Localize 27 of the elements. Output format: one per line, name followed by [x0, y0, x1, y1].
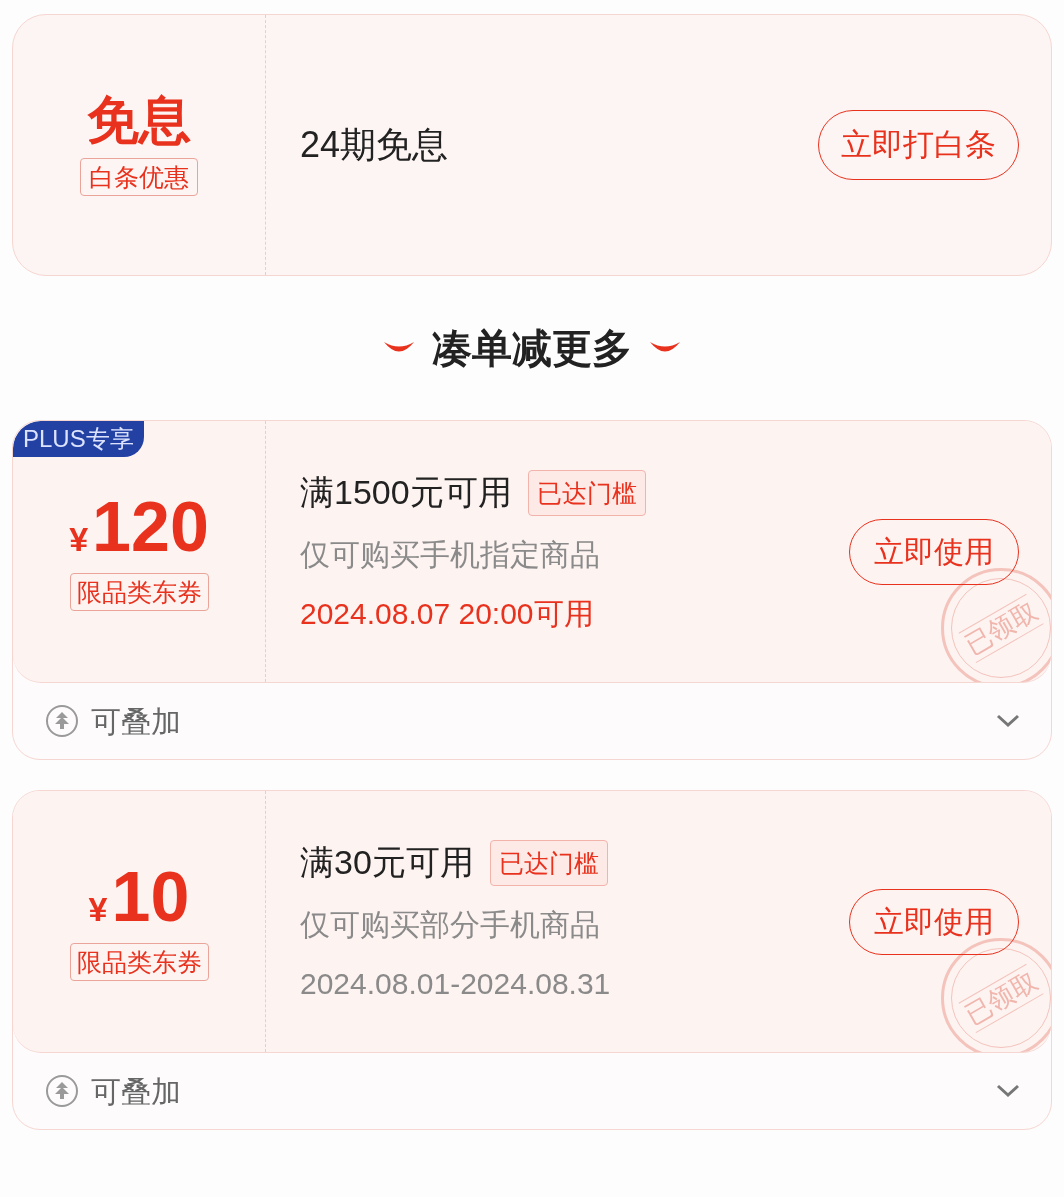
- coupon-validity: 2024.08.01-2024.08.31: [300, 966, 612, 1002]
- coupon-validity: 2024.08.07 20:00可用: [300, 596, 595, 632]
- stackable-label: 可叠加: [91, 1073, 181, 1110]
- coupon-condition: 满30元可用: [300, 842, 474, 883]
- threshold-tag: 已达门槛: [489, 839, 608, 886]
- stack-icon: [45, 1074, 79, 1108]
- expand-chevron-icon[interactable]: [995, 713, 1021, 729]
- coupon-amount: 10: [111, 862, 190, 932]
- interest-free-title: 免息: [87, 94, 191, 146]
- coupon-type-tag: 限品类东券: [69, 573, 209, 611]
- expand-chevron-icon[interactable]: [995, 1083, 1021, 1099]
- baitiao-tag: 白条优惠: [80, 158, 198, 196]
- stackable-label: 可叠加: [91, 703, 181, 740]
- coupon-scope: 仅可购买部分手机商品: [300, 907, 601, 943]
- stack-icon: [45, 704, 79, 738]
- claimed-stamp: 已领取: [941, 568, 1051, 682]
- coupon-amount: 120: [92, 492, 209, 562]
- coupon-condition: 满1500元可用: [300, 472, 512, 513]
- claimed-stamp: 已领取: [941, 938, 1051, 1052]
- threshold-tag: 已达门槛: [527, 469, 646, 516]
- coupon-type-tag: 限品类东券: [69, 943, 209, 981]
- plus-badge: PLUS专享: [13, 421, 144, 457]
- currency-symbol: ¥: [69, 519, 89, 560]
- section-heading: 凑单减更多: [432, 325, 632, 372]
- currency-symbol: ¥: [88, 889, 108, 930]
- coupon-scope: 仅可购买手机指定商品: [300, 537, 601, 573]
- installment-description: 24期免息: [300, 123, 449, 167]
